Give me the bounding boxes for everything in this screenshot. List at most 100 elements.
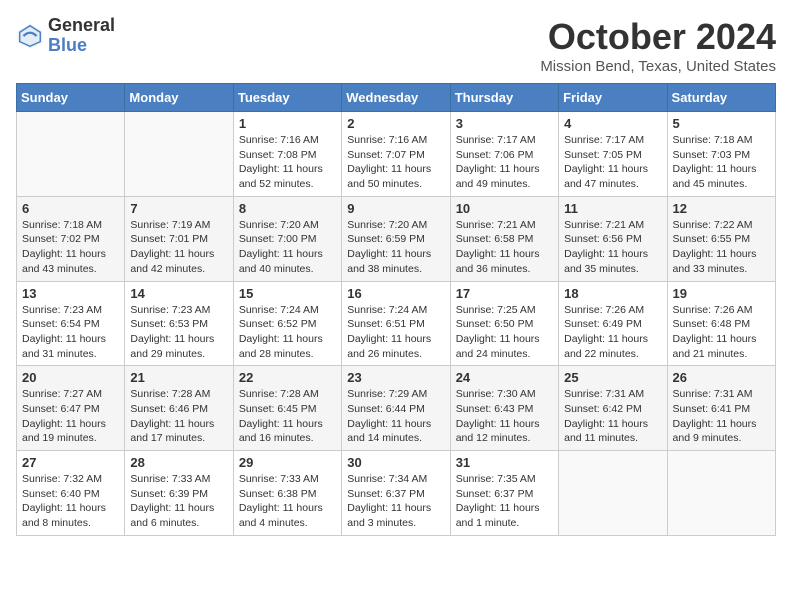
day-cell: 5 Sunrise: 7:18 AMSunset: 7:03 PMDaylight… [667,112,775,197]
day-number: 19 [673,286,770,301]
day-info: Sunrise: 7:26 AMSunset: 6:48 PMDaylight:… [673,303,770,362]
subtitle: Mission Bend, Texas, United States [540,58,776,75]
day-info: Sunrise: 7:31 AMSunset: 6:42 PMDaylight:… [564,387,661,446]
header-wednesday: Wednesday [342,84,450,112]
day-info: Sunrise: 7:19 AMSunset: 7:01 PMDaylight:… [130,218,227,277]
day-number: 2 [347,116,444,131]
day-cell: 23 Sunrise: 7:29 AMSunset: 6:44 PMDayligh… [342,366,450,451]
day-info: Sunrise: 7:30 AMSunset: 6:43 PMDaylight:… [456,387,553,446]
header-row: Sunday Monday Tuesday Wednesday Thursday… [17,84,776,112]
day-cell: 7 Sunrise: 7:19 AMSunset: 7:01 PMDaylight… [125,196,233,281]
day-number: 3 [456,116,553,131]
week-row-2: 6Sunrise: 7:18 AMSunset: 7:02 PMDaylight… [17,196,776,281]
week-row-3: 13 Sunrise: 7:23 AMSunset: 6:54 PMDayligh… [17,281,776,366]
day-number: 5 [673,116,770,131]
day-number: 13 [22,286,119,301]
day-number: 1 [239,116,336,131]
day-cell: 9Sunrise: 7:20 AMSunset: 6:59 PMDaylight… [342,196,450,281]
calendar-header: Sunday Monday Tuesday Wednesday Thursday… [17,84,776,112]
day-info: Sunrise: 7:21 AMSunset: 6:58 PMDaylight:… [456,218,553,277]
day-cell: 27 Sunrise: 7:32 AMSunset: 6:40 PMDayligh… [17,451,125,536]
day-info: Sunrise: 7:33 AMSunset: 6:38 PMDaylight:… [239,472,336,531]
day-number: 11 [564,201,661,216]
logo-icon [16,22,44,50]
day-number: 6 [22,201,119,216]
day-number: 8 [239,201,336,216]
day-cell: 28 Sunrise: 7:33 AMSunset: 6:39 PMDayligh… [125,451,233,536]
day-info: Sunrise: 7:32 AMSunset: 6:40 PMDaylight:… [22,472,119,531]
day-info: Sunrise: 7:16 AMSunset: 7:07 PMDaylight:… [347,133,444,192]
day-cell: 14Sunrise: 7:23 AMSunset: 6:53 PMDayligh… [125,281,233,366]
logo: General Blue [16,16,115,56]
header-sunday: Sunday [17,84,125,112]
day-info: Sunrise: 7:21 AMSunset: 6:56 PMDaylight:… [564,218,661,277]
day-number: 4 [564,116,661,131]
day-number: 24 [456,370,553,385]
day-cell: 12Sunrise: 7:22 AMSunset: 6:55 PMDayligh… [667,196,775,281]
day-cell [559,451,667,536]
day-number: 27 [22,455,119,470]
week-row-1: 1 Sunrise: 7:16 AMSunset: 7:08 PMDaylight… [17,112,776,197]
day-cell: 30 Sunrise: 7:34 AMSunset: 6:37 PMDayligh… [342,451,450,536]
day-info: Sunrise: 7:27 AMSunset: 6:47 PMDaylight:… [22,387,119,446]
header-monday: Monday [125,84,233,112]
day-number: 20 [22,370,119,385]
day-cell: 15 Sunrise: 7:24 AMSunset: 6:52 PMDayligh… [233,281,341,366]
day-cell: 2 Sunrise: 7:16 AMSunset: 7:07 PMDaylight… [342,112,450,197]
day-cell: 3Sunrise: 7:17 AMSunset: 7:06 PMDaylight… [450,112,558,197]
calendar-body: 1 Sunrise: 7:16 AMSunset: 7:08 PMDaylight… [17,112,776,536]
day-number: 14 [130,286,227,301]
day-cell: 13 Sunrise: 7:23 AMSunset: 6:54 PMDayligh… [17,281,125,366]
header-friday: Friday [559,84,667,112]
day-info: Sunrise: 7:23 AMSunset: 6:54 PMDaylight:… [22,303,119,362]
logo-text: General Blue [48,16,115,56]
day-number: 25 [564,370,661,385]
header-thursday: Thursday [450,84,558,112]
week-row-4: 20 Sunrise: 7:27 AMSunset: 6:47 PMDayligh… [17,366,776,451]
day-cell: 19 Sunrise: 7:26 AMSunset: 6:48 PMDayligh… [667,281,775,366]
day-info: Sunrise: 7:24 AMSunset: 6:52 PMDaylight:… [239,303,336,362]
day-cell: 1 Sunrise: 7:16 AMSunset: 7:08 PMDaylight… [233,112,341,197]
day-info: Sunrise: 7:28 AMSunset: 6:46 PMDaylight:… [130,387,227,446]
day-number: 28 [130,455,227,470]
day-cell: 26 Sunrise: 7:31 AMSunset: 6:41 PMDayligh… [667,366,775,451]
day-cell: 25 Sunrise: 7:31 AMSunset: 6:42 PMDayligh… [559,366,667,451]
day-number: 15 [239,286,336,301]
day-number: 26 [673,370,770,385]
day-number: 31 [456,455,553,470]
day-cell: 17Sunrise: 7:25 AMSunset: 6:50 PMDayligh… [450,281,558,366]
header-saturday: Saturday [667,84,775,112]
day-number: 18 [564,286,661,301]
day-cell: 20 Sunrise: 7:27 AMSunset: 6:47 PMDayligh… [17,366,125,451]
day-info: Sunrise: 7:22 AMSunset: 6:55 PMDaylight:… [673,218,770,277]
main-title: October 2024 [540,16,776,58]
day-info: Sunrise: 7:35 AMSunset: 6:37 PMDaylight:… [456,472,553,531]
day-info: Sunrise: 7:20 AMSunset: 7:00 PMDaylight:… [239,218,336,277]
day-cell: 16Sunrise: 7:24 AMSunset: 6:51 PMDayligh… [342,281,450,366]
week-row-5: 27 Sunrise: 7:32 AMSunset: 6:40 PMDayligh… [17,451,776,536]
day-info: Sunrise: 7:34 AMSunset: 6:37 PMDaylight:… [347,472,444,531]
day-number: 7 [130,201,227,216]
day-number: 22 [239,370,336,385]
day-cell: 18Sunrise: 7:26 AMSunset: 6:49 PMDayligh… [559,281,667,366]
day-info: Sunrise: 7:33 AMSunset: 6:39 PMDaylight:… [130,472,227,531]
day-info: Sunrise: 7:18 AMSunset: 7:03 PMDaylight:… [673,133,770,192]
day-number: 30 [347,455,444,470]
day-info: Sunrise: 7:31 AMSunset: 6:41 PMDaylight:… [673,387,770,446]
day-cell: 8 Sunrise: 7:20 AMSunset: 7:00 PMDaylight… [233,196,341,281]
day-info: Sunrise: 7:20 AMSunset: 6:59 PMDaylight:… [347,218,444,277]
day-number: 21 [130,370,227,385]
day-cell [125,112,233,197]
day-cell: 11 Sunrise: 7:21 AMSunset: 6:56 PMDayligh… [559,196,667,281]
header-tuesday: Tuesday [233,84,341,112]
logo-blue: Blue [48,36,115,56]
day-number: 17 [456,286,553,301]
day-cell [667,451,775,536]
day-info: Sunrise: 7:29 AMSunset: 6:44 PMDaylight:… [347,387,444,446]
page-header: General Blue October 2024 Mission Bend, … [16,16,776,75]
day-number: 23 [347,370,444,385]
day-info: Sunrise: 7:16 AMSunset: 7:08 PMDaylight:… [239,133,336,192]
day-number: 10 [456,201,553,216]
day-cell [17,112,125,197]
calendar-table: Sunday Monday Tuesday Wednesday Thursday… [16,83,776,536]
